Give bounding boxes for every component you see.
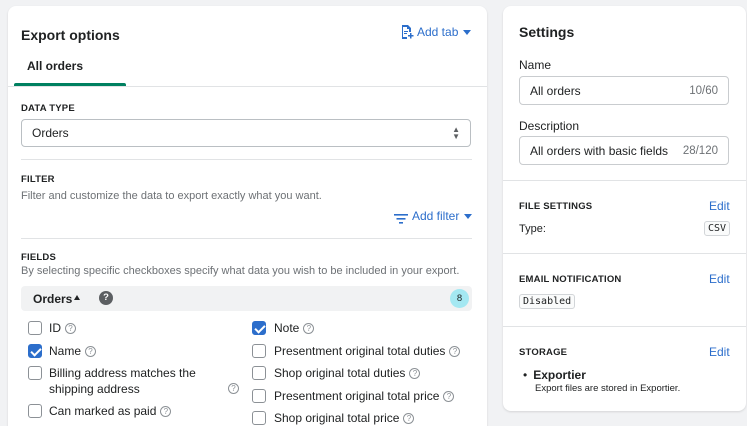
question-circle-icon[interactable]: ? — [409, 368, 421, 380]
file-type-label: Type: — [519, 223, 546, 235]
checkbox-presentment-original-total-duties-label: Presentment original total duties? — [274, 344, 461, 358]
checkbox-billing-address-label-line1: Billing address matches the — [49, 366, 196, 380]
select-arrows-icon: ▲ ▼ — [452, 125, 460, 141]
checkbox-note[interactable] — [252, 321, 266, 335]
add-filter-button[interactable]: Add filter — [394, 209, 473, 224]
email-notification-edit-link[interactable]: Edit — [709, 272, 730, 286]
section-divider — [21, 159, 472, 160]
question-circle-icon[interactable]: ? — [403, 413, 415, 425]
orders-count-badge: 8 — [450, 289, 469, 308]
question-circle-icon[interactable]: ? — [228, 383, 239, 394]
data-type-heading: DATA TYPE — [21, 103, 75, 114]
caret-up-icon — [74, 295, 80, 300]
settings-divider — [503, 326, 746, 327]
description-label: Description — [519, 119, 580, 133]
checkbox-shop-original-total-duties-label: Shop original total duties? — [274, 366, 421, 380]
settings-divider — [503, 180, 746, 181]
chevron-down-icon — [463, 29, 472, 35]
data-type-selected: Orders — [32, 126, 69, 140]
fields-description: By selecting specific checkboxes specify… — [21, 265, 460, 277]
question-circle-icon[interactable]: ? — [303, 323, 315, 335]
bullet: • — [523, 368, 528, 382]
checkbox-id-label: ID? — [49, 321, 76, 335]
fields-heading: FIELDS — [21, 252, 56, 263]
email-notification-value: Disabled — [519, 294, 576, 309]
checkbox-can-marked-as-paid[interactable] — [28, 404, 42, 418]
orders-group-header[interactable]: Orders ? 8 — [21, 286, 472, 311]
orders-group-label: Orders — [33, 292, 73, 306]
storage-item-name: Exportier — [533, 368, 586, 382]
description-value: All orders with basic fields — [530, 143, 669, 158]
storage-heading: STORAGE — [519, 347, 568, 358]
data-type-select[interactable]: Orders ▲ ▼ — [21, 119, 471, 147]
section-divider — [21, 238, 472, 239]
question-filled-icon[interactable]: ? — [99, 291, 113, 305]
tab-all-orders-label: All orders — [27, 59, 84, 73]
settings-card: Settings Name All orders 10/60 Descripti… — [503, 6, 746, 411]
settings-divider — [503, 253, 746, 254]
checkbox-billing-address-label-line2: shipping address — [49, 382, 140, 396]
chevron-down-icon — [464, 213, 473, 219]
question-circle-icon[interactable]: ? — [85, 346, 97, 358]
settings-title: Settings — [519, 24, 575, 40]
question-circle-icon[interactable]: ? — [443, 391, 455, 403]
name-input[interactable]: All orders 10/60 — [519, 76, 729, 105]
name-label: Name — [519, 58, 552, 72]
checkbox-shop-original-total-duties[interactable] — [252, 366, 266, 380]
name-char-count: 10/60 — [689, 84, 718, 97]
storage-item: • Exportier — [523, 368, 586, 382]
file-settings-heading: FILE SETTINGS — [519, 201, 593, 212]
email-notification-heading: EMAIL NOTIFICATION — [519, 274, 622, 285]
filter-lines-icon — [394, 211, 408, 224]
filter-description: Filter and customize the data to export … — [21, 190, 322, 202]
document-plus-icon — [400, 24, 414, 40]
checkbox-name-label: Name? — [49, 344, 97, 358]
checkbox-presentment-original-total-price-label: Presentment original total price? — [274, 389, 455, 403]
checkbox-shop-original-total-price[interactable] — [252, 411, 266, 425]
storage-item-description: Export files are stored in Exportier. — [535, 383, 681, 394]
checkbox-billing-address-matches[interactable] — [28, 366, 42, 380]
tabs-divider — [8, 86, 487, 87]
name-value: All orders — [530, 83, 581, 98]
description-char-count: 28/120 — [682, 144, 718, 157]
checkbox-presentment-original-total-duties[interactable] — [252, 344, 266, 358]
file-settings-edit-link[interactable]: Edit — [709, 199, 730, 213]
file-type-value: CSV — [704, 221, 731, 236]
export-options-title: Export options — [21, 27, 120, 43]
storage-edit-link[interactable]: Edit — [709, 345, 730, 359]
checkbox-note-label: Note? — [274, 321, 315, 335]
filter-heading: FILTER — [21, 174, 55, 185]
tab-all-orders[interactable]: All orders — [8, 46, 126, 86]
checkbox-name[interactable] — [28, 344, 42, 358]
checkbox-shop-original-total-price-label: Shop original total price? — [274, 411, 415, 425]
add-filter-label: Add filter — [412, 209, 460, 223]
description-input[interactable]: All orders with basic fields 28/120 — [519, 136, 729, 165]
checkbox-can-marked-as-paid-label: Can marked as paid? — [49, 404, 172, 418]
export-options-card: Export options Add tab All orders DATA T… — [8, 6, 487, 426]
question-circle-icon[interactable]: ? — [160, 406, 172, 418]
question-circle-icon[interactable]: ? — [65, 323, 76, 335]
checkbox-presentment-original-total-price[interactable] — [252, 389, 266, 403]
question-circle-icon[interactable]: ? — [449, 346, 461, 358]
add-tab-button[interactable]: Add tab — [400, 24, 472, 40]
add-tab-label: Add tab — [417, 25, 459, 39]
checkbox-id[interactable] — [28, 321, 42, 335]
